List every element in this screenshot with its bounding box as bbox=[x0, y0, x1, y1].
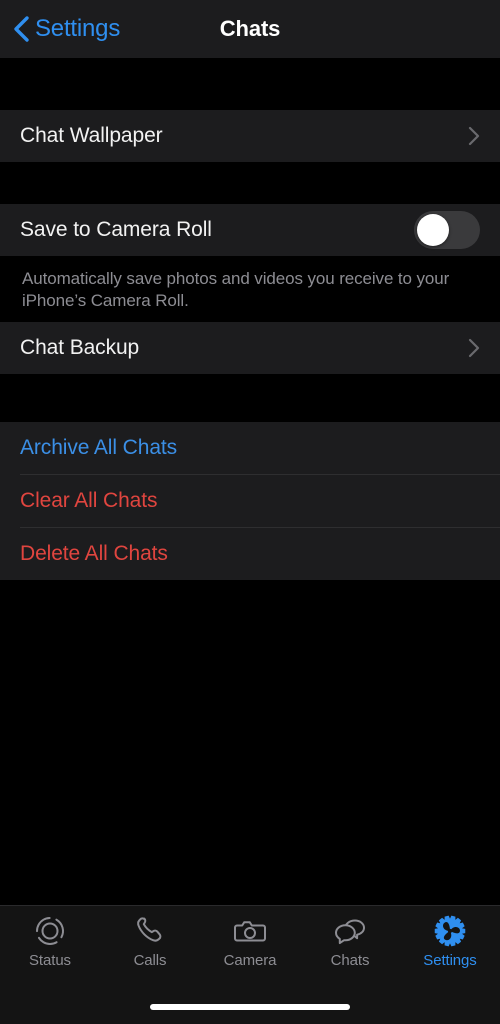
gear-icon bbox=[434, 915, 466, 947]
status-rings-icon bbox=[36, 917, 64, 945]
row-chat-wallpaper[interactable]: Chat Wallpaper bbox=[0, 110, 500, 162]
row-archive-all-chats[interactable]: Archive All Chats bbox=[0, 422, 500, 474]
tab-label-camera: Camera bbox=[223, 952, 277, 969]
tab-status[interactable]: Status bbox=[0, 914, 100, 978]
chevron-right-icon bbox=[468, 126, 480, 146]
page-title: Chats bbox=[219, 16, 281, 41]
tab-chats[interactable]: Chats bbox=[300, 914, 400, 978]
home-indicator bbox=[150, 1004, 350, 1010]
tab-label-status: Status bbox=[29, 952, 71, 969]
section-footer-media: Automatically save photos and videos you… bbox=[0, 256, 500, 322]
section-gap bbox=[0, 374, 500, 422]
section-backup: Chat Backup bbox=[0, 322, 500, 374]
toggle-knob bbox=[417, 214, 449, 246]
row-delete-all-chats[interactable]: Delete All Chats bbox=[0, 528, 500, 580]
row-chat-backup[interactable]: Chat Backup bbox=[0, 322, 500, 374]
row-label-archive-all-chats: Archive All Chats bbox=[20, 436, 178, 459]
tab-camera[interactable]: Camera bbox=[200, 914, 300, 978]
tab-settings[interactable]: Settings bbox=[400, 914, 500, 978]
toggle-save-to-camera-roll[interactable] bbox=[414, 211, 480, 249]
tab-label-calls: Calls bbox=[133, 952, 167, 969]
section-gap bbox=[0, 58, 500, 110]
settings-list: Chat Wallpaper Save to Camera Roll Automat… bbox=[0, 58, 500, 580]
tab-label-settings: Settings bbox=[423, 952, 477, 969]
tab-calls[interactable]: Calls bbox=[100, 914, 200, 978]
section-actions: Archive All Chats Clear All Chats Delete A… bbox=[0, 422, 500, 580]
chat-bubbles-icon bbox=[335, 919, 365, 945]
phone-icon bbox=[137, 917, 162, 942]
row-label-save-to-camera-roll: Save to Camera Roll bbox=[20, 218, 212, 241]
chevron-right-icon bbox=[468, 338, 480, 358]
section-gap bbox=[0, 162, 500, 204]
camera-icon bbox=[234, 921, 266, 942]
row-label-delete-all-chats: Delete All Chats bbox=[20, 542, 168, 565]
row-label-chat-backup: Chat Backup bbox=[20, 336, 140, 359]
row-save-to-camera-roll[interactable]: Save to Camera Roll bbox=[0, 204, 500, 256]
tab-label-chats: Chats bbox=[330, 952, 370, 969]
row-label-clear-all-chats: Clear All Chats bbox=[20, 489, 158, 512]
row-clear-all-chats[interactable]: Clear All Chats bbox=[0, 475, 500, 527]
tab-bar: Status Calls Camera Chats Settings bbox=[0, 905, 500, 1024]
row-label-chat-wallpaper: Chat Wallpaper bbox=[20, 124, 163, 147]
section-media: Save to Camera Roll bbox=[0, 204, 500, 256]
section-wallpaper: Chat Wallpaper bbox=[0, 110, 500, 162]
navigation-bar: Settings Chats bbox=[0, 0, 500, 58]
phone-screen: Settings Chats Chat Wallpaper Save to Cam… bbox=[0, 0, 500, 1024]
